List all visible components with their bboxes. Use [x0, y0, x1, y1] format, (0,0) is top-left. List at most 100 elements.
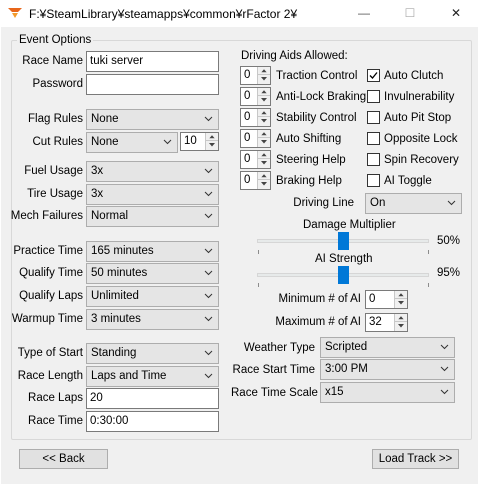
chevron-down-icon [440, 366, 449, 372]
chevron-down-icon [204, 316, 213, 322]
aid-spinner-label: Traction Control [276, 70, 358, 82]
spin-up-icon[interactable] [258, 67, 270, 75]
aid-spinner-label: Anti-Lock Braking [276, 91, 367, 103]
race-time-scale-label: Race Time Scale [231, 387, 318, 399]
race-time-scale-dropdown[interactable]: x15 [320, 382, 455, 403]
spin-up-icon[interactable] [395, 291, 407, 299]
minimize-button[interactable]: — [341, 0, 387, 27]
aid-spinner-value: 0 [244, 69, 251, 81]
flag-rules-dropdown[interactable]: None [86, 109, 219, 130]
aid-checkbox[interactable] [367, 153, 380, 166]
weather-type-dropdown[interactable]: Scripted [320, 337, 455, 358]
aid-checkbox-label: Spin Recovery [384, 154, 459, 166]
driving-line-label: Driving Line [293, 197, 354, 209]
fuel-usage-label: Fuel Usage [24, 165, 83, 177]
spin-up-icon[interactable] [258, 88, 270, 96]
min-ai-value: 0 [369, 293, 376, 305]
chevron-down-icon [204, 373, 213, 379]
cut-rules-dropdown[interactable]: None [86, 132, 178, 153]
aid-spinner-1[interactable]: 0 [240, 87, 271, 106]
damage-multiplier-value: 50% [437, 235, 461, 247]
race-time-input[interactable]: 0:30:00 [86, 411, 219, 432]
race-length-dropdown[interactable]: Laps and Time [86, 366, 219, 387]
aid-checkbox-row[interactable]: Auto Clutch [367, 68, 467, 84]
spin-up-icon[interactable] [258, 130, 270, 138]
race-start-time-dropdown[interactable]: 3:00 PM [320, 359, 455, 380]
spin-down-icon[interactable] [395, 299, 407, 307]
aid-spinner-value: 0 [244, 111, 251, 123]
aid-spinner-2[interactable]: 0 [240, 108, 271, 127]
max-ai-spinner[interactable]: 32 [365, 313, 408, 332]
spin-down-icon[interactable] [395, 322, 407, 330]
spin-down-icon[interactable] [258, 117, 270, 125]
spin-up-icon[interactable] [258, 172, 270, 180]
aid-spinner-value: 0 [244, 132, 251, 144]
ai-tick-end [428, 283, 429, 287]
aid-checkbox-row[interactable]: Auto Pit Stop [367, 110, 467, 126]
mech-failures-value: Normal [91, 210, 129, 222]
aid-spinner-3[interactable]: 0 [240, 129, 271, 148]
aid-checkbox[interactable] [367, 111, 380, 124]
aid-checkbox[interactable] [367, 132, 380, 145]
aid-checkbox-label: AI Toggle [384, 175, 432, 187]
warmup-time-dropdown[interactable]: 3 minutes [86, 309, 219, 330]
spin-down-icon[interactable] [258, 75, 270, 83]
spin-up-icon[interactable] [395, 314, 407, 322]
aid-checkbox-row[interactable]: AI Toggle [367, 173, 467, 189]
practice-time-dropdown[interactable]: 165 minutes [86, 241, 219, 262]
chevron-down-icon [440, 389, 449, 395]
mech-failures-dropdown[interactable]: Normal [86, 206, 219, 227]
damage-multiplier-thumb[interactable] [338, 232, 349, 250]
race-start-time-label: Race Start Time [232, 364, 315, 376]
spin-down-icon[interactable] [206, 141, 218, 149]
chevron-down-icon [204, 116, 213, 122]
password-input[interactable] [86, 74, 219, 95]
race-time-label: Race Time [28, 415, 83, 427]
aid-spinner-0[interactable]: 0 [240, 66, 271, 85]
aid-checkbox[interactable] [367, 69, 380, 82]
fuel-usage-dropdown[interactable]: 3x [86, 161, 219, 182]
qualify-time-dropdown[interactable]: 50 minutes [86, 263, 219, 284]
aid-spinner-label: Steering Help [276, 154, 346, 166]
type-of-start-dropdown[interactable]: Standing [86, 343, 219, 364]
aid-spinner-5[interactable]: 0 [240, 171, 271, 190]
close-button[interactable]: ✕ [433, 0, 479, 27]
aid-checkbox-row[interactable]: Opposite Lock [367, 131, 467, 147]
spin-up-icon[interactable] [206, 133, 218, 141]
aid-spinner-value: 0 [244, 153, 251, 165]
spin-down-icon[interactable] [258, 96, 270, 104]
aid-checkbox[interactable] [367, 90, 380, 103]
maximize-button[interactable]: ☐ [387, 0, 433, 27]
aid-spinner-value: 0 [244, 174, 251, 186]
back-button[interactable]: << Back [19, 449, 108, 469]
aid-spinner-4[interactable]: 0 [240, 150, 271, 169]
ai-strength-thumb[interactable] [338, 266, 349, 284]
spin-up-icon[interactable] [258, 109, 270, 117]
chevron-down-icon [204, 350, 213, 356]
aid-spinner-label: Braking Help [276, 175, 342, 187]
title-bar[interactable]: F:¥SteamLibrary¥steamapps¥common¥rFactor… [0, 0, 479, 27]
chevron-down-icon [204, 248, 213, 254]
minimize-icon: — [358, 6, 370, 20]
cut-rules-spinner[interactable]: 10 [180, 132, 219, 151]
load-track-button[interactable]: Load Track >> [372, 449, 459, 469]
flag-rules-value: None [91, 113, 119, 125]
aid-checkbox[interactable] [367, 174, 380, 187]
race-name-label: Race Name [22, 55, 83, 67]
aid-checkbox-label: Invulnerability [384, 91, 455, 103]
aid-checkbox-row[interactable]: Invulnerability [367, 89, 467, 105]
damage-tick-start [258, 250, 259, 254]
spin-down-icon[interactable] [258, 159, 270, 167]
spin-down-icon[interactable] [258, 180, 270, 188]
race-laps-input[interactable]: 20 [86, 388, 219, 409]
tire-usage-dropdown[interactable]: 3x [86, 184, 219, 205]
spin-up-icon[interactable] [258, 151, 270, 159]
qualify-laps-dropdown[interactable]: Unlimited [86, 286, 219, 307]
driving-line-dropdown[interactable]: On [365, 193, 462, 214]
min-ai-spinner[interactable]: 0 [365, 290, 408, 309]
event-options-title: Event Options [17, 34, 94, 46]
race-laps-label: Race Laps [28, 392, 83, 404]
spin-down-icon[interactable] [258, 138, 270, 146]
aid-checkbox-row[interactable]: Spin Recovery [367, 152, 467, 168]
race-name-input[interactable]: tuki server [86, 51, 219, 72]
